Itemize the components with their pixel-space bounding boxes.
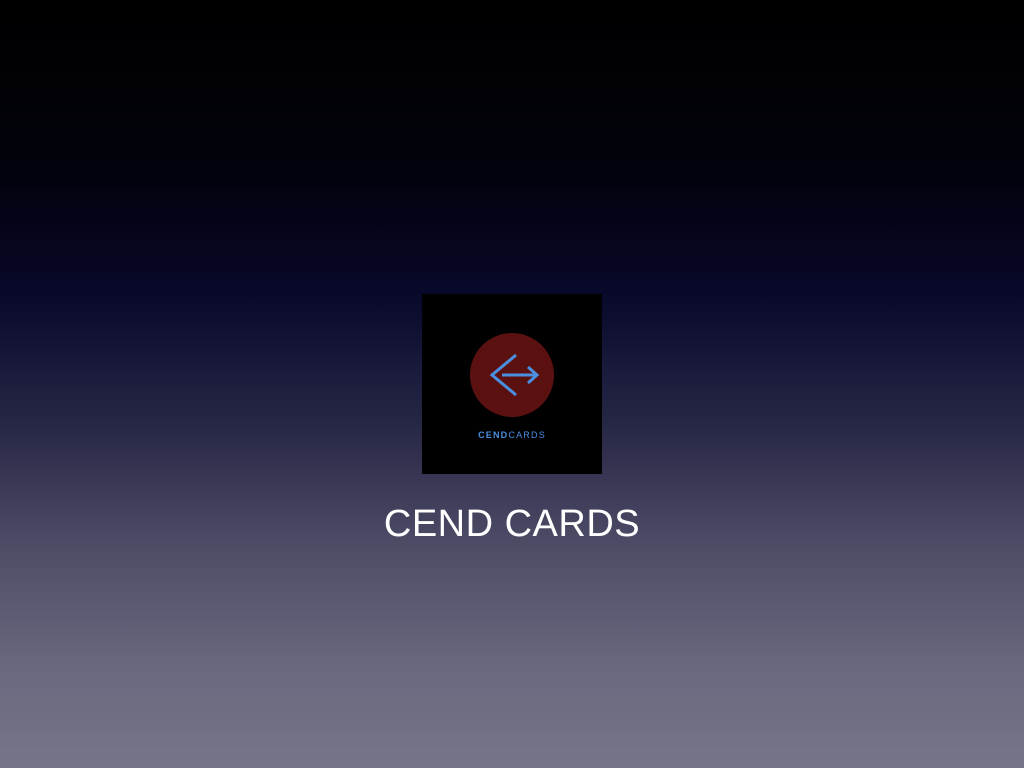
logo-wordmark: CENDCARDS: [422, 430, 602, 440]
slide-title: CEND CARDS: [383, 503, 641, 545]
logo-tile: CENDCARDS: [422, 294, 602, 474]
logo-wordmark-part1: CEND: [478, 430, 509, 440]
logo-circle: [470, 333, 554, 417]
exit-arrow-diamond-icon: [489, 353, 540, 397]
logo-wordmark-part2: CARDS: [508, 430, 546, 440]
